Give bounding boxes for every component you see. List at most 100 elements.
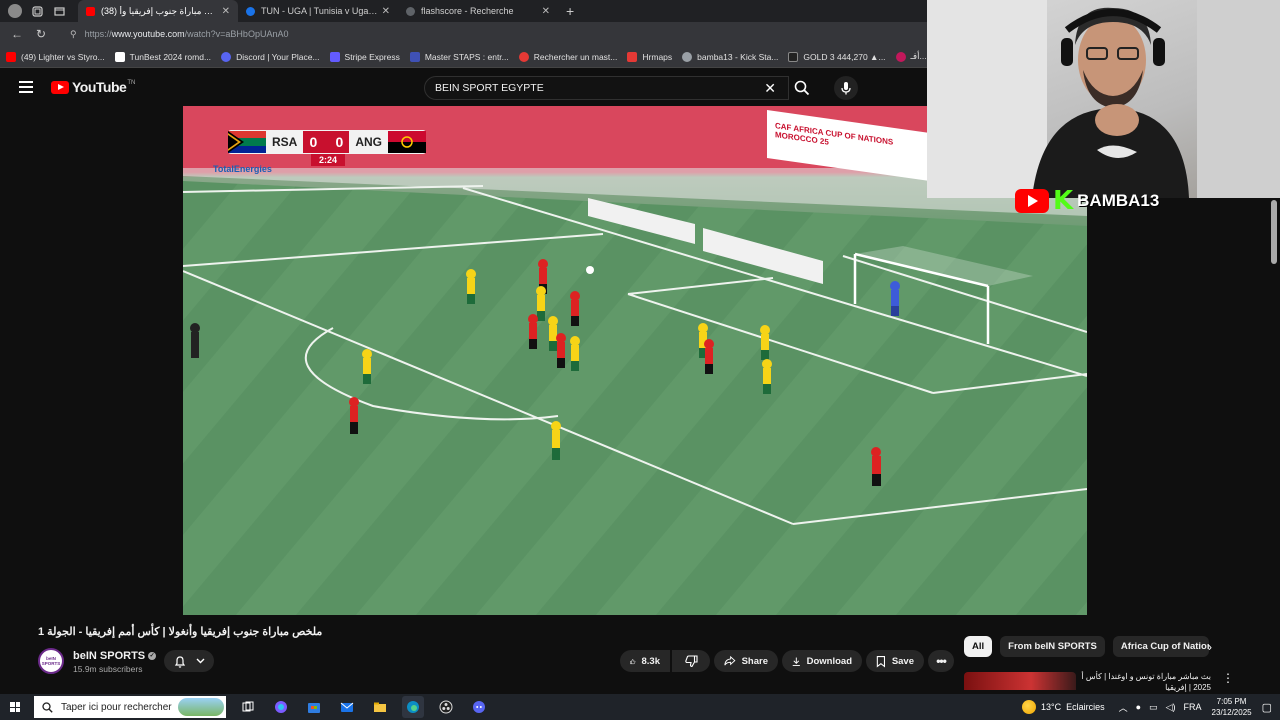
bookmark-item[interactable]: Rechercher un mast...	[518, 51, 617, 62]
edge-browser-icon[interactable]	[402, 696, 424, 718]
more-vertical-icon[interactable]: ⋮	[1222, 671, 1234, 685]
copilot-icon[interactable]	[270, 696, 292, 718]
microphone-tray-icon[interactable]: ●	[1136, 702, 1141, 712]
page-scrollbar[interactable]	[1270, 198, 1280, 688]
discord-icon[interactable]	[468, 696, 490, 718]
profile-avatar[interactable]	[8, 4, 22, 18]
clear-search-icon[interactable]: ✕	[764, 80, 776, 97]
windows-start-icon[interactable]	[10, 702, 20, 712]
tab-close-icon[interactable]: ✕	[542, 6, 550, 17]
streamer-tag: K BAMBA13	[1015, 186, 1159, 216]
search-button[interactable]	[789, 76, 815, 100]
like-button[interactable]: 8.3k	[620, 650, 670, 672]
back-arrow-icon[interactable]: ←	[10, 27, 24, 41]
extensions-icon[interactable]	[30, 4, 44, 18]
save-button[interactable]: Save	[866, 650, 924, 672]
youtube-logo[interactable]: YouTube TN	[51, 79, 135, 95]
site-info-icon[interactable]: ⚲	[70, 29, 77, 40]
chip-topic[interactable]: Africa Cup of Nations	[1112, 636, 1209, 657]
bell-icon	[174, 655, 185, 668]
chip-all[interactable]: All	[964, 636, 993, 657]
speaker-icon[interactable]: ◁)	[1166, 702, 1176, 713]
stripe-bookmark-icon	[329, 51, 340, 62]
verified-check-icon: ✓	[148, 652, 157, 661]
subscribed-button[interactable]	[164, 650, 214, 672]
subscriber-count: 15.9m subscribers	[73, 664, 143, 674]
notifications-icon[interactable]: ▢	[1262, 701, 1272, 714]
dislike-button[interactable]	[672, 650, 710, 672]
tab-close-icon[interactable]: ✕	[382, 6, 390, 17]
channel-name: beIN SPORTS	[73, 650, 146, 662]
url-prefix: https://	[84, 29, 112, 39]
bookmark-item[interactable]: GOLD 3 444,270 ▲...	[788, 51, 886, 62]
weather-condition: Eclaircies	[1066, 702, 1105, 712]
task-view-icon[interactable]	[237, 696, 259, 718]
recommended-title[interactable]: بث مباشر مباراة تونس و اوغندا | كأس أمم …	[1081, 671, 1211, 693]
scorebug: RSA 0 0 ANG 2:24	[228, 130, 427, 168]
home-team: RSA	[272, 135, 298, 149]
download-icon	[792, 657, 800, 666]
tab-close-icon[interactable]: ✕	[222, 6, 230, 17]
language-indicator[interactable]: FRA	[1184, 702, 1202, 712]
tab-search[interactable]: flashscore - Recherche ✕	[398, 0, 558, 22]
tab-list-icon[interactable]	[52, 4, 66, 18]
scrollbar-thumb[interactable]	[1271, 200, 1277, 264]
microsoft-store-icon[interactable]	[303, 696, 325, 718]
streamer-name: BAMBA13	[1077, 191, 1160, 210]
away-team: ANG	[355, 135, 383, 149]
bookmark-item[interactable]: Discord | Your Place...	[221, 51, 320, 62]
bookmark-item[interactable]: Hrmaps	[627, 51, 672, 62]
bookmark-item[interactable]: bamba13 - Kick Sta...	[682, 51, 778, 62]
download-label: Download	[806, 655, 852, 667]
network-icon[interactable]: ▭	[1149, 702, 1158, 713]
chevron-right-icon[interactable]: ›	[1208, 640, 1212, 654]
save-label: Save	[891, 655, 914, 667]
recommended-thumbnail[interactable]	[964, 672, 1076, 690]
taskbar-search-placeholder: Taper ici pour rechercher	[61, 701, 172, 713]
search-input[interactable]: BEIN SPORT EGYPTE ✕	[424, 76, 789, 100]
bookmark-item[interactable]: TunBest 2024 romd...	[114, 51, 211, 62]
like-count: 8.3k	[641, 655, 661, 667]
bookmark-item[interactable]: Master STAPS : entr...	[409, 51, 509, 62]
recommended-title-line1: بث مباشر مباراة تونس و اوغندا | كأس أمم	[1081, 672, 1211, 681]
chevron-up-icon[interactable]: ︿	[1119, 701, 1128, 714]
home-score: 0	[303, 131, 324, 153]
tab-title: (38) ملخص مباراة جنوب إفريقيا وأ	[101, 5, 218, 16]
caf-board-text: CAF AFRICA CUP OF NATIONS MOROCCO 25	[775, 121, 894, 147]
microphone-icon	[841, 82, 851, 95]
chart-bookmark-icon	[788, 51, 799, 62]
share-label: Share	[741, 655, 768, 667]
scorebug-row: RSA 0 0 ANG	[228, 130, 427, 154]
taskbar-search-input[interactable]: Taper ici pour rechercher	[34, 696, 226, 718]
bookmark-item[interactable]: (49) Lighter vs Styro...	[6, 51, 105, 62]
menu-icon[interactable]	[19, 81, 33, 93]
shield-bookmark-icon	[409, 51, 420, 62]
voice-search-button[interactable]	[834, 76, 858, 100]
related-filter-chips: All From beIN SPORTS Africa Cup of Natio…	[964, 636, 1209, 657]
more-actions-button[interactable]: •••	[928, 650, 954, 672]
page-bookmark-icon	[114, 51, 125, 62]
obs-studio-icon[interactable]	[435, 696, 457, 718]
search-highlight-image	[178, 698, 224, 716]
new-tab-button[interactable]: +	[566, 3, 574, 19]
taskbar-clock[interactable]: 7:05 PM 23/12/2025	[1212, 696, 1252, 718]
chevron-down-icon	[196, 658, 204, 664]
youtube-logo-icon	[1015, 189, 1049, 213]
chip-from-channel[interactable]: From beIN SPORTS	[1000, 636, 1105, 657]
reload-icon[interactable]: ↻	[34, 27, 48, 41]
file-explorer-icon[interactable]	[369, 696, 391, 718]
weather-widget[interactable]: 13°C Eclaircies	[1022, 700, 1105, 714]
country-code: TN	[127, 80, 136, 86]
tab-youtube[interactable]: (38) ملخص مباراة جنوب إفريقيا وأ ✕	[78, 0, 238, 22]
download-button[interactable]: Download	[782, 650, 862, 672]
tab-flashscore-match[interactable]: TUN - UGA | Tunisia v Uganda LIVE ✕	[238, 0, 398, 22]
mail-icon[interactable]	[336, 696, 358, 718]
share-button[interactable]: Share	[714, 650, 778, 672]
clock-date: 23/12/2025	[1211, 708, 1252, 717]
search-query: BEIN SPORT EGYPTE	[435, 82, 544, 94]
bookmark-icon	[876, 655, 886, 667]
bookmark-item[interactable]: Stripe Express	[329, 51, 400, 62]
channel-avatar[interactable]: beIN SPORTS	[38, 648, 64, 674]
channel-name-row[interactable]: beIN SPORTS ✓	[73, 650, 157, 662]
share-icon	[724, 655, 736, 666]
